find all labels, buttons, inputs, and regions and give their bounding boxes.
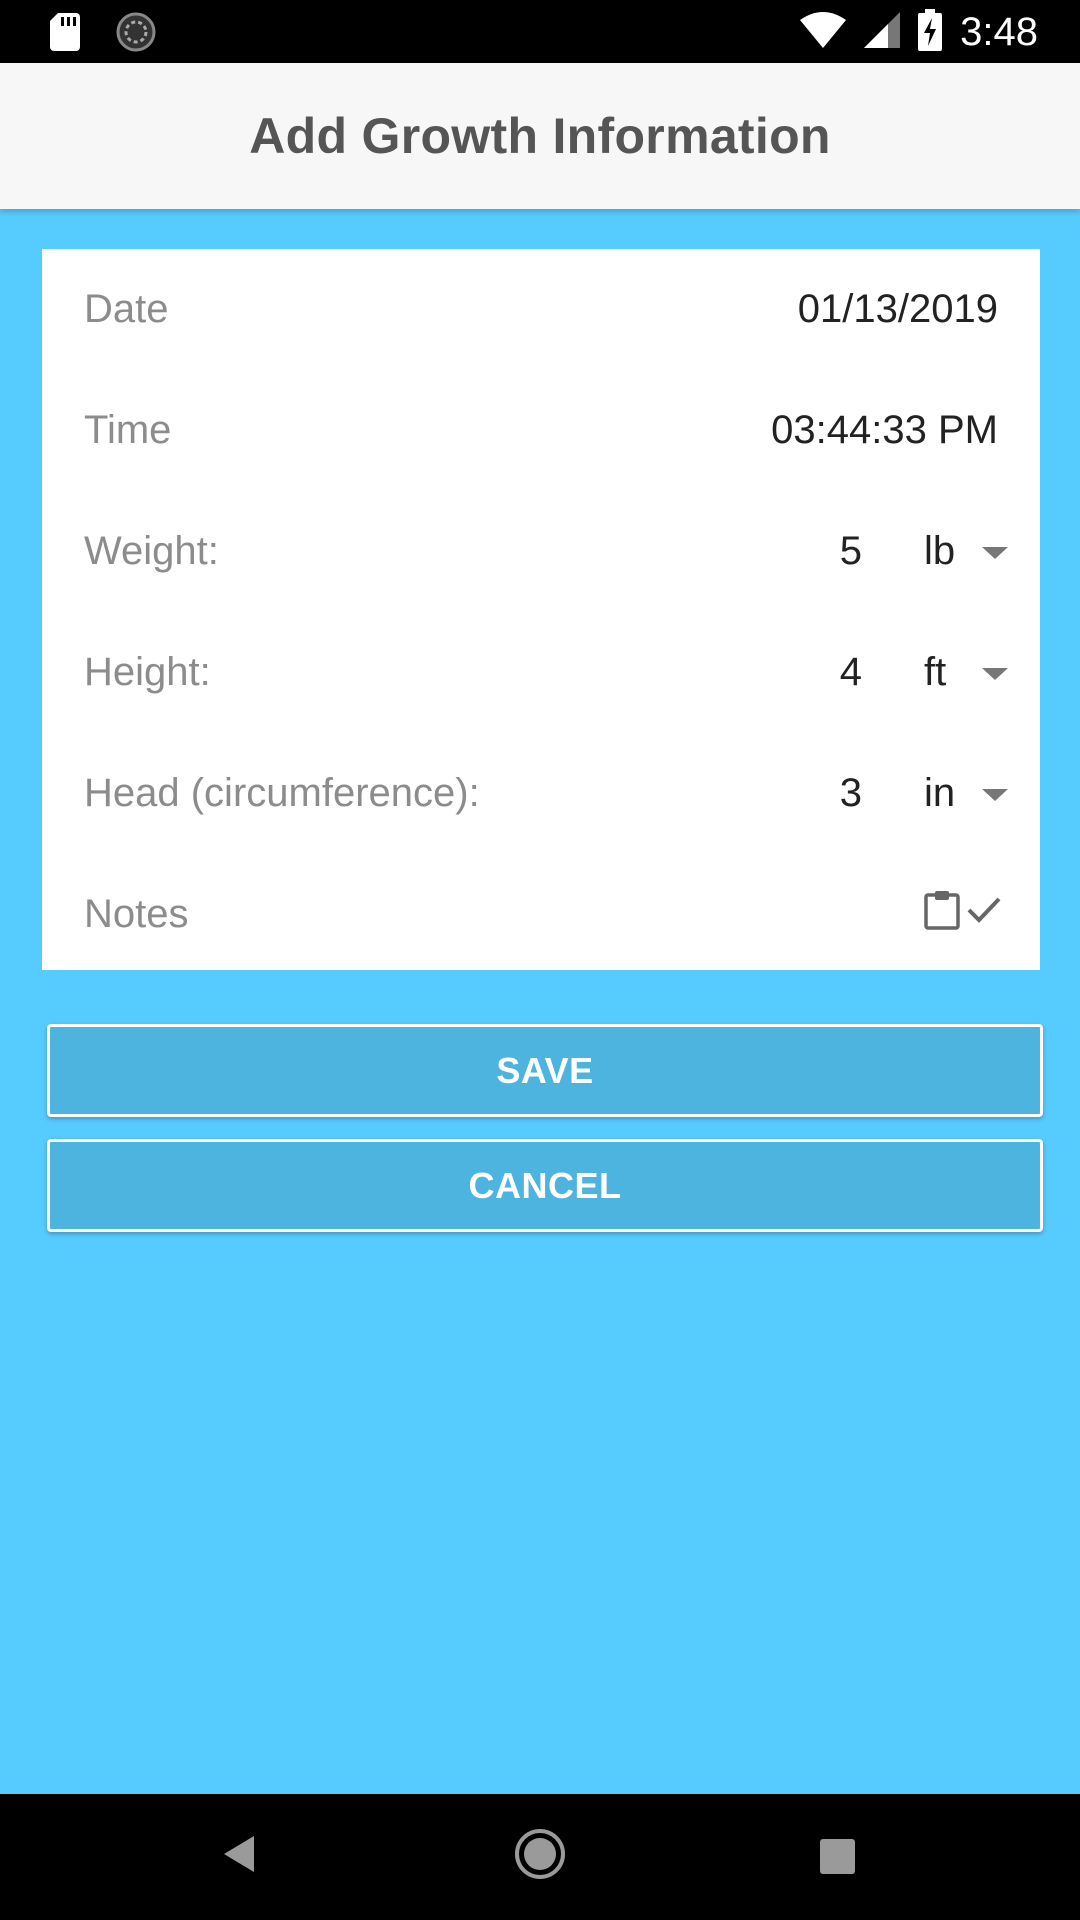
growth-form-card: Date 01/13/2019 Time 03:44:33 PM Weight:… <box>42 249 1040 970</box>
check-icon <box>966 895 1002 930</box>
battery-charging-icon <box>918 8 943 56</box>
head-label: Head (circumference): <box>84 771 480 815</box>
save-button[interactable]: SAVE <box>47 1024 1043 1117</box>
status-time: 3:48 <box>960 10 1038 54</box>
height-unit-select[interactable]: ft <box>924 612 1024 733</box>
head-input[interactable]: 3 <box>840 733 862 854</box>
notes-button[interactable] <box>924 890 1002 935</box>
date-label: Date <box>84 287 169 331</box>
signal-icon <box>864 11 901 53</box>
status-bar: 3:48 <box>0 0 1080 63</box>
back-icon[interactable] <box>222 1834 256 1879</box>
weight-input[interactable]: 5 <box>840 491 862 612</box>
app-bar: Add Growth Information <box>0 63 1080 209</box>
time-value[interactable]: 03:44:33 PM <box>771 370 998 491</box>
sd-card-icon <box>50 13 80 56</box>
weight-unit-select[interactable]: lb <box>924 491 1024 612</box>
cancel-button[interactable]: CANCEL <box>47 1139 1043 1232</box>
weight-row: Weight: 5 lb <box>42 491 1040 612</box>
dropdown-arrow-icon <box>982 668 1008 680</box>
notes-label: Notes <box>84 892 189 936</box>
time-label: Time <box>84 408 172 452</box>
recents-icon[interactable] <box>820 1839 855 1874</box>
home-icon[interactable] <box>514 1828 566 1885</box>
notes-row[interactable]: Notes <box>42 854 1040 975</box>
sync-icon <box>116 12 156 57</box>
head-unit-value: in <box>924 771 956 815</box>
height-label: Height: <box>84 650 211 694</box>
date-value[interactable]: 01/13/2019 <box>798 249 998 370</box>
weight-label: Weight: <box>84 529 219 573</box>
dropdown-arrow-icon <box>982 547 1008 559</box>
wifi-icon <box>800 11 847 53</box>
dropdown-arrow-icon <box>982 789 1008 801</box>
height-unit-value: ft <box>924 650 947 694</box>
time-row[interactable]: Time 03:44:33 PM <box>42 370 1040 491</box>
height-input[interactable]: 4 <box>840 612 862 733</box>
clipboard-icon <box>924 890 960 935</box>
head-row: Head (circumference): 3 in <box>42 733 1040 854</box>
navigation-bar <box>0 1794 1080 1920</box>
weight-unit-value: lb <box>924 529 956 573</box>
page-title: Add Growth Information <box>249 108 831 164</box>
date-row[interactable]: Date 01/13/2019 <box>42 249 1040 370</box>
height-row: Height: 4 ft <box>42 612 1040 733</box>
head-unit-select[interactable]: in <box>924 733 1024 854</box>
